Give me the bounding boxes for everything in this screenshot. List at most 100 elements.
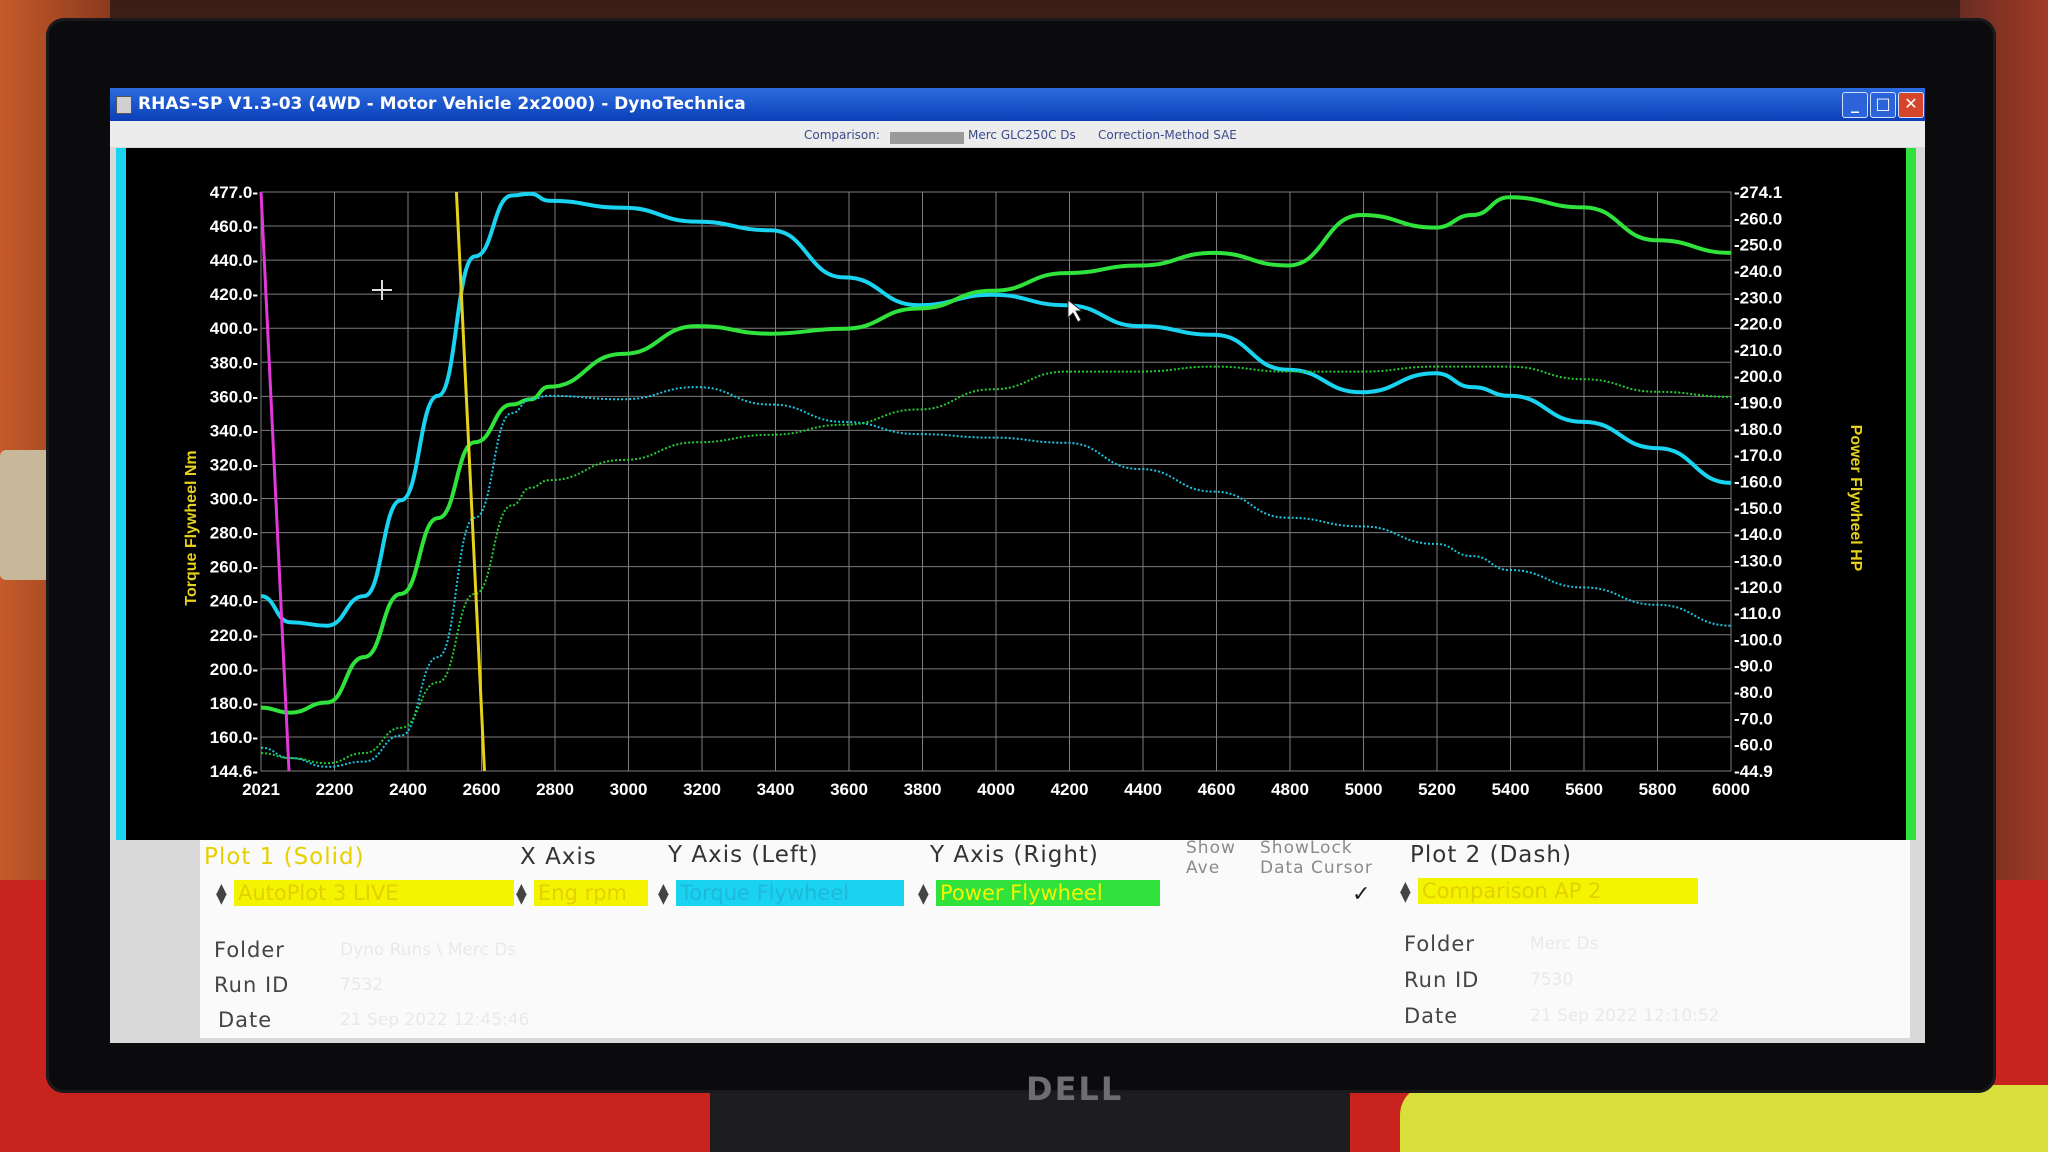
x-tick-label: 3600 <box>830 780 868 799</box>
y-left-tick-label: 380.0- <box>210 353 258 372</box>
y-axis-left-heading: Y Axis (Left) <box>668 842 819 868</box>
app-window: RHAS-SP V1.3-03 (4WD - Motor Vehicle 2x2… <box>110 88 1925 1043</box>
x-tick-label: 2400 <box>389 780 427 799</box>
x-tick-label: 2600 <box>463 780 501 799</box>
minimize-button[interactable]: _ <box>1842 92 1868 118</box>
x-tick-label: 6000 <box>1712 780 1750 799</box>
y-right-tick-label: -140.0 <box>1734 525 1782 544</box>
y-left-tick-label: 477.0- <box>210 183 258 202</box>
y-right-tick-label: -60.0 <box>1734 736 1773 755</box>
ave-label: Ave <box>1186 858 1221 878</box>
x-tick-label: 5600 <box>1565 780 1603 799</box>
left-folder-value: Dyno Runs \ Merc Ds <box>340 940 517 960</box>
showlock-label: ShowLock <box>1260 838 1353 858</box>
dyno-chart-svg[interactable]: 477.0- 460.0- 440.0- 420.0- 400.0- 380.0- 360.… <box>116 148 1916 840</box>
x-tick-label: 2021 <box>242 780 280 799</box>
y-left-tick-label: 220.0- <box>210 626 258 645</box>
y-left-tick-label: 340.0- <box>210 421 258 440</box>
cross-cursor-icon <box>372 280 392 300</box>
x-tick-label: 5400 <box>1492 780 1530 799</box>
y-right-tick-label: -180.0 <box>1734 420 1782 439</box>
x-tick-label: 4400 <box>1124 780 1162 799</box>
chart-subheader: Comparison: Merc GLC250C Ds Correction-M… <box>110 121 1925 147</box>
right-date-label: Date <box>1404 1004 1459 1028</box>
x-tick-label: 2800 <box>536 780 574 799</box>
y-axis-right-spinner[interactable]: ▲ ▼ <box>918 882 929 906</box>
y-left-tick-label: 240.0- <box>210 592 258 611</box>
left-date-value: 21 Sep 2022 12:45:46 <box>340 1010 530 1030</box>
plot1-select[interactable]: AutoPlot 3 LIVE <box>234 880 514 906</box>
y-axis-right-select[interactable]: Power Flywheel <box>936 880 1160 906</box>
run-marker-line[interactable] <box>454 191 486 772</box>
y-axis-left-select[interactable]: Torque Flywheel <box>676 880 904 906</box>
y-right-tick-label: -110.0 <box>1734 604 1781 623</box>
y-right-tick-label: -200.0 <box>1734 367 1782 386</box>
x-tick-label: 5200 <box>1418 780 1456 799</box>
left-axis-color-bar <box>116 148 126 840</box>
plot2-spinner[interactable]: ▲ ▼ <box>1400 880 1411 904</box>
y-right-tick-label: -250.0 <box>1734 236 1782 255</box>
run-marker-line[interactable] <box>259 191 291 772</box>
y-right-tick-label: -100.0 <box>1734 630 1782 649</box>
x-axis-spinner[interactable]: ▲ ▼ <box>516 882 527 906</box>
x-tick-label: 3000 <box>610 780 648 799</box>
y-right-tick-label: -90.0 <box>1734 657 1773 676</box>
y-right-tick-label: -120.0 <box>1734 578 1782 597</box>
x-tick-label: 5800 <box>1639 780 1677 799</box>
window-title: RHAS-SP V1.3-03 (4WD - Motor Vehicle 2x2… <box>138 94 746 114</box>
title-bar[interactable]: RHAS-SP V1.3-03 (4WD - Motor Vehicle 2x2… <box>110 88 1925 121</box>
y-left-tick-label: 400.0- <box>210 319 258 338</box>
y-left-tick-label: 440.0- <box>210 251 258 270</box>
data-cursor-label: Data Cursor <box>1260 858 1373 878</box>
y-right-tick-label: -160.0 <box>1734 473 1782 492</box>
y-left-tick-label: 200.0- <box>210 660 258 679</box>
x-tick-label: 3800 <box>904 780 942 799</box>
y-left-tick-label: 260.0- <box>210 558 258 577</box>
x-tick-label: 3400 <box>757 780 795 799</box>
comparison-swatch <box>890 132 964 144</box>
maximize-button[interactable]: □ <box>1870 92 1896 118</box>
y-left-tick-label: 360.0- <box>210 387 258 406</box>
monitor-brand-logo: DELL <box>1026 1070 1124 1108</box>
dyno-chart[interactable]: 477.0- 460.0- 440.0- 420.0- 400.0- 380.0- 360.… <box>116 148 1916 840</box>
y-right-tick-label: -44.9 <box>1734 762 1773 781</box>
x-axis-select[interactable]: Eng rpm <box>534 880 648 906</box>
y-axis-left-label: Torque Flywheel Nm <box>183 450 200 605</box>
x-tick-label: 4600 <box>1198 780 1236 799</box>
y-left-tick-label: 300.0- <box>210 490 258 509</box>
plot1-spinner[interactable]: ▲ ▼ <box>216 882 227 906</box>
y-right-tick-label: -240.0 <box>1734 262 1782 281</box>
right-axis-color-bar <box>1906 148 1916 840</box>
y-right-tick-label: -170.0 <box>1734 446 1782 465</box>
y-left-tick-label: 180.0- <box>210 694 258 713</box>
right-date-value: 21 Sep 2022 12:10:52 <box>1530 1006 1720 1026</box>
right-run-id-value: 7530 <box>1530 970 1574 990</box>
y-right-tick-label: -150.0 <box>1734 499 1782 518</box>
y-left-tick-label: 160.0- <box>210 728 258 747</box>
y-axis-left-spinner[interactable]: ▲ ▼ <box>658 882 669 906</box>
right-folder-value: Merc Ds <box>1530 934 1599 954</box>
close-button[interactable]: ✕ <box>1898 92 1924 118</box>
plot2-select[interactable]: Comparison AP 2 <box>1418 878 1698 904</box>
comparison-label: Comparison: <box>804 128 880 142</box>
left-date-label: Date <box>218 1008 273 1032</box>
y-axis-right-heading: Y Axis (Right) <box>930 842 1099 868</box>
wall-outlet <box>0 450 52 580</box>
y-right-tick-label: -190.0 <box>1734 394 1782 413</box>
y-left-tick-label: 420.0- <box>210 285 258 304</box>
right-folder-label: Folder <box>1404 932 1475 956</box>
plot1-label: Plot 1 (Solid) <box>204 844 365 870</box>
app-icon <box>116 96 132 114</box>
x-tick-label: 3200 <box>683 780 721 799</box>
y-left-tick-label: 144.6- <box>210 762 258 781</box>
correction-label: Correction-Method SAE <box>1098 128 1237 142</box>
x-tick-label: 4800 <box>1271 780 1309 799</box>
left-run-id-value: 7532 <box>340 975 384 995</box>
x-tick-label: 4000 <box>977 780 1015 799</box>
data-cursor-check-icon[interactable]: ✓ <box>1352 882 1370 907</box>
x-tick-label: 2200 <box>316 780 354 799</box>
y-right-tick-label: -70.0 <box>1734 709 1773 728</box>
mouse-pointer-icon <box>1067 298 1084 323</box>
y-left-tick-label: 460.0- <box>210 217 258 236</box>
y-axis-right-label: Power Flywheel HP <box>1847 425 1864 572</box>
